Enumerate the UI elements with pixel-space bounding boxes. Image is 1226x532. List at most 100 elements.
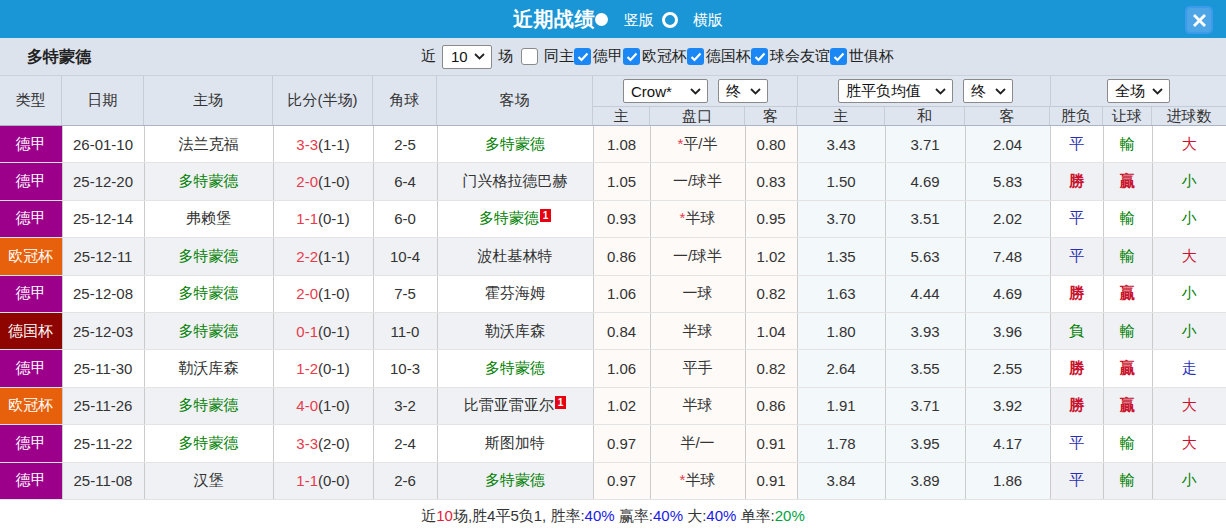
check-icon (577, 52, 589, 62)
match-result: 勝 (1050, 350, 1103, 387)
league-filter-checkbox-1[interactable] (623, 48, 640, 65)
home-team: 勒沃库森 (144, 350, 273, 387)
match-result: 平 (1050, 425, 1103, 462)
horizontal-layout-radio[interactable] (662, 12, 678, 28)
chevron-down-icon (474, 53, 485, 60)
goals-result: 小 (1152, 163, 1226, 200)
vertical-layout-radio[interactable] (595, 13, 608, 26)
match-result: 平 (1050, 200, 1103, 237)
same-venue-label: 同主 (544, 47, 574, 66)
summary-segment-1: 10 (436, 507, 453, 524)
avg-home-odds: 3.43 (797, 126, 885, 163)
crow-home-odds: 0.86 (593, 238, 650, 275)
avg-time-select[interactable]: 终 (963, 79, 1013, 103)
league-filter-checkbox-4[interactable] (830, 48, 847, 65)
avg-draw-odds: 3.71 (885, 126, 965, 163)
handicap: *平/半 (650, 126, 745, 163)
avg-home-odds: 1.78 (797, 425, 885, 462)
match-date: 25-12-03 (62, 312, 144, 349)
match-date: 25-12-14 (62, 200, 144, 237)
summary-footer: 近10场,胜4平5负1, 胜率:40% 赢率:40% 大:40% 单率:20% (0, 500, 1226, 532)
handicap: 平手 (650, 350, 745, 387)
odds-time-select[interactable]: 终 (718, 79, 768, 103)
corners: 2-4 (373, 425, 437, 462)
match-row: 德甲25-12-20多特蒙德2-0(1-0)6-4门兴格拉德巴赫1.05一/球半… (0, 163, 1226, 200)
match-row: 德甲25-11-30勒沃库森1-2(0-1)10-3多特蒙德1.06平手0.82… (0, 350, 1226, 387)
league-badge: 德甲 (0, 126, 62, 163)
handicap-result: 贏 (1103, 350, 1152, 387)
crow-home-odds: 0.97 (593, 425, 650, 462)
match-date: 25-11-08 (62, 462, 144, 499)
league-filter-label-1: 欧冠杯 (642, 47, 687, 66)
filter-controls: 近 10 场 同主 德甲欧冠杯德国杯球会友谊世俱杯 (421, 38, 894, 75)
vertical-layout-label[interactable]: 竖版 (624, 0, 654, 39)
summary-segment-6: 大: (683, 507, 706, 524)
away-team: 多特蒙德 (437, 126, 593, 163)
results-table: 德甲26-01-10法兰克福3-3(1-1)2-5多特蒙德1.08*平/半0.8… (0, 126, 1226, 500)
match-row: 德国杯25-12-03多特蒙德0-1(0-1)11-0勒沃库森0.84半球1.0… (0, 312, 1226, 349)
handicap-result: 贏 (1103, 163, 1152, 200)
match-result: 負 (1050, 312, 1103, 349)
same-venue-checkbox[interactable] (521, 48, 538, 65)
summary-segment-2: 场,胜4平5负1, 胜率: (453, 507, 585, 524)
handicap: 一/球半 (650, 163, 745, 200)
league-badge: 德甲 (0, 275, 62, 312)
match-count-select[interactable]: 10 (442, 45, 492, 69)
corners: 2-6 (373, 462, 437, 499)
goals-result: 小 (1152, 312, 1226, 349)
near-label: 近 (421, 47, 436, 66)
red-card-badge: 1 (540, 209, 551, 222)
match-row: 德甲25-12-14弗赖堡1-1(0-1)6-0多特蒙德10.93*半球0.95… (0, 200, 1226, 237)
goals-result: 小 (1152, 200, 1226, 237)
avg-away-odds: 2.04 (965, 126, 1050, 163)
subcol-handicap-result: 让球 (1103, 107, 1152, 125)
crow-away-odds: 0.91 (745, 462, 797, 499)
match-result: 平 (1050, 126, 1103, 163)
home-team: 法兰克福 (144, 126, 273, 163)
avg-draw-odds: 3.95 (885, 425, 965, 462)
league-filter-checkbox-2[interactable] (687, 48, 704, 65)
subcol-avg-draw: 和 (885, 107, 965, 125)
home-team: 弗赖堡 (144, 200, 273, 237)
away-team: 霍芬海姆 (437, 275, 593, 312)
league-filter-checkbox-3[interactable] (751, 48, 768, 65)
avg-home-odds: 1.80 (797, 312, 885, 349)
title-bar: 近期战绩 竖版 横版 (0, 0, 1226, 38)
chevron-down-icon (935, 88, 946, 95)
close-button[interactable] (1185, 6, 1213, 34)
col-header-date: 日期 (62, 76, 144, 125)
league-filter-checkbox-0[interactable] (574, 48, 591, 65)
goals-result: 大 (1152, 238, 1226, 275)
score: 1-2(0-1) (273, 350, 373, 387)
match-result: 勝 (1050, 387, 1103, 424)
goals-result: 走 (1152, 350, 1226, 387)
avg-odds-select[interactable]: 胜平负均值 (838, 79, 953, 103)
subcol-crow-home: 主 (593, 107, 650, 125)
home-team: 多特蒙德 (144, 163, 273, 200)
away-team: 斯图加特 (437, 425, 593, 462)
score: 3-3(2-0) (273, 425, 373, 462)
avg-away-odds: 1.86 (965, 462, 1050, 499)
check-icon (754, 52, 766, 62)
red-card-badge: 1 (555, 396, 566, 409)
handicap: 一球 (650, 275, 745, 312)
odds-source-select[interactable]: Crow* (623, 79, 708, 103)
corners: 11-0 (373, 312, 437, 349)
home-team: 汉堡 (144, 462, 273, 499)
crow-away-odds: 0.91 (745, 425, 797, 462)
check-icon (626, 52, 638, 62)
corners: 3-2 (373, 387, 437, 424)
check-icon (833, 52, 845, 62)
period-select[interactable]: 全场 (1107, 79, 1170, 103)
match-date: 25-12-20 (62, 163, 144, 200)
summary-segment-8: 单率: (736, 507, 774, 524)
avg-away-odds: 3.96 (965, 312, 1050, 349)
handicap: *半球 (650, 462, 745, 499)
handicap-result: 輸 (1103, 462, 1152, 499)
handicap-result: 輸 (1103, 200, 1152, 237)
crow-away-odds: 1.02 (745, 238, 797, 275)
crow-home-odds: 1.08 (593, 126, 650, 163)
col-header-score: 比分(半场) (273, 76, 373, 125)
league-filter-label-3: 球会友谊 (770, 47, 830, 66)
horizontal-layout-label[interactable]: 横版 (693, 0, 723, 39)
